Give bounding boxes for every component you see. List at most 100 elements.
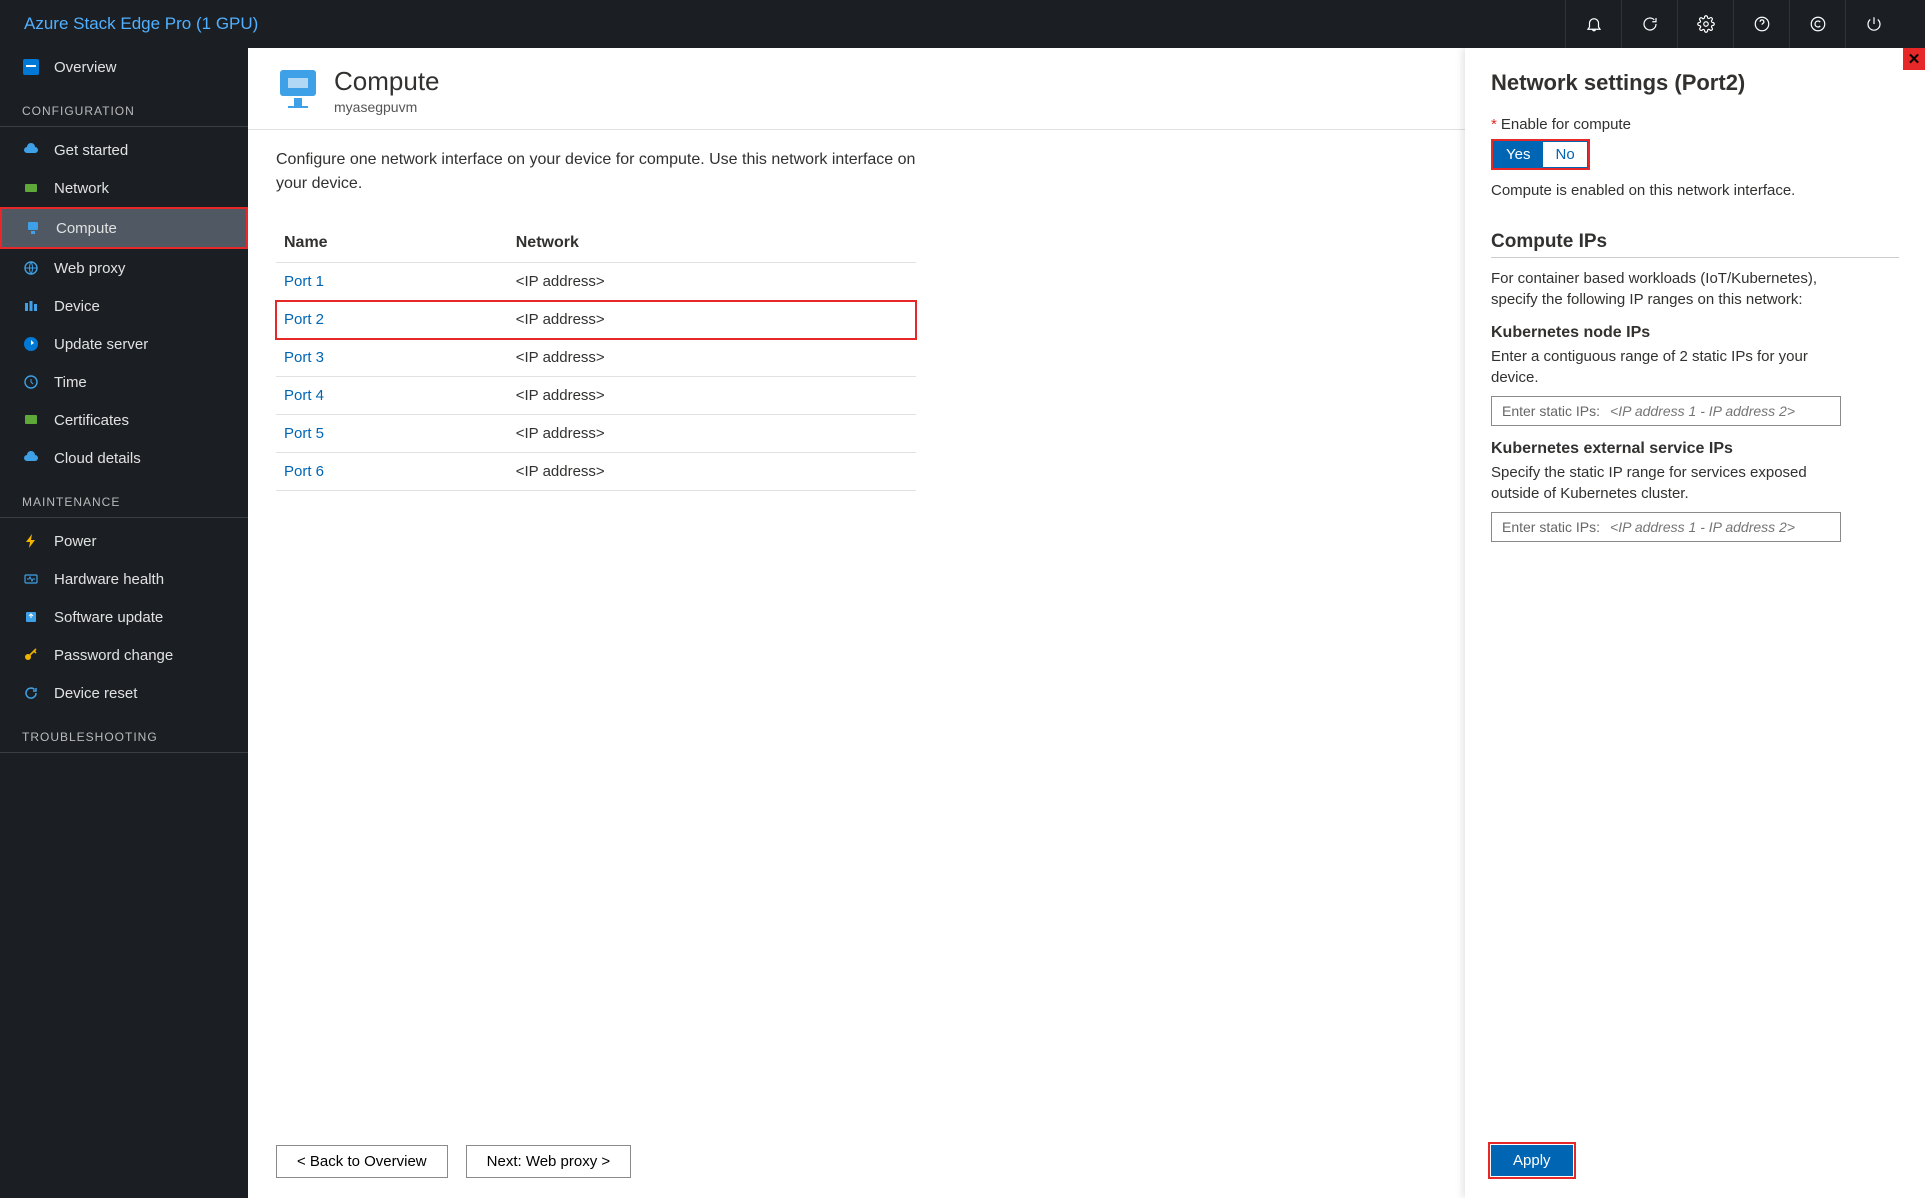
close-icon[interactable]: ✕ xyxy=(1903,48,1925,70)
help-icon[interactable] xyxy=(1733,0,1789,48)
globe-icon xyxy=(22,259,40,277)
sidebar-item-label: Device xyxy=(54,298,100,315)
port-link[interactable]: Port 1 xyxy=(284,273,324,290)
power-icon[interactable] xyxy=(1845,0,1901,48)
sidebar-item-overview[interactable]: Overview xyxy=(0,48,248,86)
certificates-icon xyxy=(22,411,40,429)
col-name: Name xyxy=(276,224,508,263)
port-link[interactable]: Port 2 xyxy=(284,311,324,328)
page-title: Compute xyxy=(334,66,440,97)
sidebar-item-label: Hardware health xyxy=(54,571,164,588)
copyright-icon[interactable] xyxy=(1789,0,1845,48)
hardware-health-icon xyxy=(22,570,40,588)
key-icon xyxy=(22,646,40,664)
table-row[interactable]: Port 1 <IP address> xyxy=(276,263,916,301)
sidebar-item-web-proxy[interactable]: Web proxy xyxy=(0,249,248,287)
port-link[interactable]: Port 5 xyxy=(284,425,324,442)
table-row[interactable]: Port 4 <IP address> xyxy=(276,377,916,415)
sidebar-item-cloud-details[interactable]: Cloud details xyxy=(0,439,248,477)
toggle-no[interactable]: No xyxy=(1543,141,1587,168)
next-button[interactable]: Next: Web proxy > xyxy=(466,1145,632,1178)
table-row[interactable]: Port 6<IP address> xyxy=(276,453,916,491)
port-link[interactable]: Port 3 xyxy=(284,349,324,366)
cloud-details-icon xyxy=(22,449,40,467)
page-subtitle: myasegpuvm xyxy=(334,99,440,115)
gear-icon[interactable] xyxy=(1677,0,1733,48)
k8s-node-ip-field[interactable]: Enter static IPs: xyxy=(1491,396,1841,426)
sidebar-section-configuration: CONFIGURATION xyxy=(0,86,248,127)
toggle-yes[interactable]: Yes xyxy=(1493,141,1543,168)
sidebar-item-compute[interactable]: Compute xyxy=(0,207,248,249)
sidebar-item-password-change[interactable]: Password change xyxy=(0,636,248,674)
enable-compute-label: *Enable for compute xyxy=(1491,116,1899,133)
refresh-icon[interactable] xyxy=(1621,0,1677,48)
sidebar: Overview CONFIGURATION Get started Netwo… xyxy=(0,48,248,1198)
sidebar-item-label: Update server xyxy=(54,336,148,353)
sidebar-item-label: Overview xyxy=(54,59,117,76)
port-network: <IP address> xyxy=(508,377,916,415)
ip-field-label: Enter static IPs: xyxy=(1502,403,1600,419)
sidebar-item-power[interactable]: Power xyxy=(0,522,248,560)
port-network: <IP address> xyxy=(508,301,916,339)
cloud-icon xyxy=(22,141,40,159)
k8s-node-ip-input[interactable] xyxy=(1610,403,1830,419)
col-network: Network xyxy=(508,224,916,263)
enable-compute-toggle[interactable]: Yes No xyxy=(1491,139,1590,170)
network-settings-panel: ✕ Network settings (Port2) *Enable for c… xyxy=(1465,48,1925,1198)
sidebar-section-troubleshooting: TROUBLESHOOTING xyxy=(0,712,248,753)
sidebar-item-label: Password change xyxy=(54,647,173,664)
sidebar-item-device[interactable]: Device xyxy=(0,287,248,325)
sidebar-item-label: Get started xyxy=(54,142,128,159)
sidebar-item-update-server[interactable]: Update server xyxy=(0,325,248,363)
intro-text: Configure one network interface on your … xyxy=(276,148,916,196)
table-row[interactable]: Port 2 <IP address> xyxy=(276,301,916,339)
k8s-ext-help: Specify the static IP range for services… xyxy=(1491,462,1831,504)
software-update-icon xyxy=(22,608,40,626)
ip-field-label: Enter static IPs: xyxy=(1502,519,1600,535)
k8s-node-help: Enter a contiguous range of 2 static IPs… xyxy=(1491,346,1831,388)
compute-page-icon xyxy=(276,66,320,110)
clock-icon xyxy=(22,373,40,391)
update-server-icon xyxy=(22,335,40,353)
sidebar-item-device-reset[interactable]: Device reset xyxy=(0,674,248,712)
sidebar-item-certificates[interactable]: Certificates xyxy=(0,401,248,439)
back-button[interactable]: < Back to Overview xyxy=(276,1145,448,1178)
port-link[interactable]: Port 6 xyxy=(284,463,324,480)
sidebar-item-label: Network xyxy=(54,180,109,197)
ports-table: Name Network Port 1 <IP address> Port 2 <IP… xyxy=(276,224,916,491)
topbar: Azure Stack Edge Pro (1 GPU) xyxy=(0,0,1925,48)
apply-button[interactable]: Apply xyxy=(1491,1145,1573,1176)
sidebar-item-label: Power xyxy=(54,533,97,550)
compute-ips-heading: Compute IPs xyxy=(1491,231,1899,258)
sidebar-item-label: Device reset xyxy=(54,685,137,702)
compute-status-text: Compute is enabled on this network inter… xyxy=(1491,182,1899,199)
sidebar-item-label: Cloud details xyxy=(54,450,141,467)
table-row[interactable]: Port 5 <IP address> xyxy=(276,415,916,453)
panel-title: Network settings (Port2) xyxy=(1491,70,1899,96)
compute-icon xyxy=(24,219,42,237)
sidebar-item-label: Web proxy xyxy=(54,260,125,277)
port-link[interactable]: Port 4 xyxy=(284,387,324,404)
sidebar-item-label: Software update xyxy=(54,609,163,626)
sidebar-item-get-started[interactable]: Get started xyxy=(0,131,248,169)
power-bolt-icon xyxy=(22,532,40,550)
port-network: <IP address> xyxy=(508,415,916,453)
sidebar-item-software-update[interactable]: Software update xyxy=(0,598,248,636)
sidebar-item-hardware-health[interactable]: Hardware health xyxy=(0,560,248,598)
k8s-ext-ip-field[interactable]: Enter static IPs: xyxy=(1491,512,1841,542)
sidebar-item-time[interactable]: Time xyxy=(0,363,248,401)
notifications-icon[interactable] xyxy=(1565,0,1621,48)
sidebar-item-network[interactable]: Network xyxy=(0,169,248,207)
port-network: <IP address> xyxy=(508,339,916,377)
sidebar-section-maintenance: MAINTENANCE xyxy=(0,477,248,518)
table-row[interactable]: Port 3 <IP address> xyxy=(276,339,916,377)
reset-icon xyxy=(22,684,40,702)
k8s-node-heading: Kubernetes node IPs xyxy=(1491,324,1899,342)
app-title: Azure Stack Edge Pro (1 GPU) xyxy=(24,14,1565,34)
overview-icon xyxy=(22,58,40,76)
port-network: <IP address> xyxy=(508,263,916,301)
sidebar-item-label: Certificates xyxy=(54,412,129,429)
compute-ips-help: For container based workloads (IoT/Kuber… xyxy=(1491,268,1831,310)
k8s-ext-ip-input[interactable] xyxy=(1610,519,1830,535)
main-content: Compute myasegpuvm Configure one network… xyxy=(248,48,1925,1198)
